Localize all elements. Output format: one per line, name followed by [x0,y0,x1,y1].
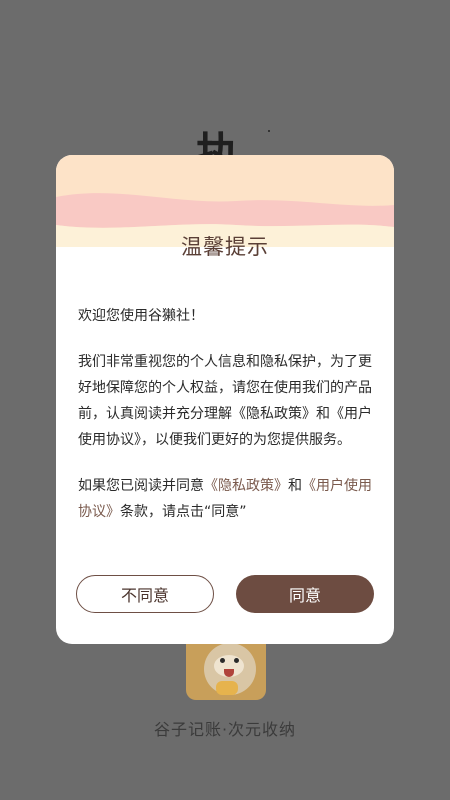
background-dot [268,130,270,132]
app-name-label: 谷子记账·次元收纳 [153,720,297,739]
consent-middle: 和 [288,478,302,494]
privacy-notice-text: 我们非常重视您的个人信息和隐私保护，为了更好地保障您的个人权益，请您在使用我们的… [78,354,372,448]
consent-prefix: 如果您已阅读并同意 [78,478,204,494]
dialog-title: 温馨提示 [181,235,269,259]
dialog-body: 欢迎您使用谷獭社！ 我们非常重视您的个人信息和隐私保护，为了更好地保障您的个人权… [78,303,378,545]
privacy-policy-link[interactable]: 《隐私政策》 [204,478,288,494]
agree-button[interactable]: 同意 [236,575,374,613]
privacy-dialog: 温馨提示 欢迎您使用谷獭社！ 我们非常重视您的个人信息和隐私保护，为了更好地保障… [56,155,394,644]
consent-text: 如果您已阅读并同意《隐私政策》和《用户使用协议》条款，请点击“同意” [78,473,378,525]
disagree-button[interactable]: 不同意 [76,575,214,613]
greeting-text: 欢迎您使用谷獭社！ [78,308,204,324]
consent-suffix: 条款，请点击“同意” [120,504,247,520]
